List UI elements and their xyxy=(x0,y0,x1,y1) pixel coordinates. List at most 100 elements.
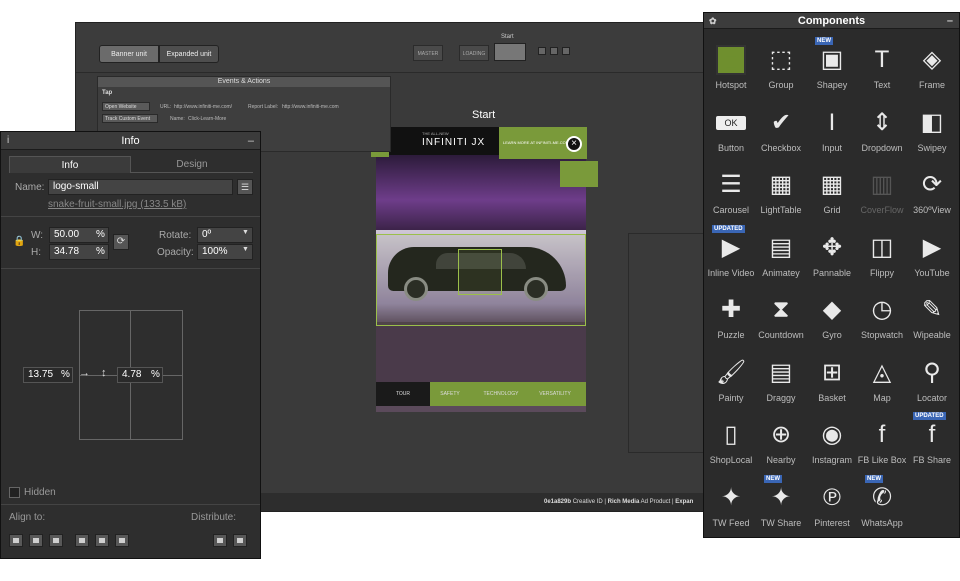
animatey-icon: ▤ xyxy=(769,234,793,261)
component-group[interactable]: ⬚ Group xyxy=(756,37,806,97)
component-wipeable[interactable]: ✎ Wipeable xyxy=(907,287,957,347)
ad-canvas[interactable]: THE ALL-NEW INFINITI JX TOUR SAFETY TECH… xyxy=(376,127,586,412)
component-frame[interactable]: ◈ Frame xyxy=(907,37,957,97)
align-left-icon[interactable] xyxy=(9,534,23,547)
component-carousel[interactable]: ☰ Carousel xyxy=(706,162,756,222)
name-field[interactable]: logo-small xyxy=(48,179,233,195)
ad-nav-versatility[interactable]: VERSATILITY xyxy=(528,382,582,406)
start-state-thumbnail[interactable] xyxy=(494,43,526,61)
list-icon[interactable]: ☰ xyxy=(237,179,253,195)
chevron-down-icon[interactable]: ▼ xyxy=(242,229,249,236)
component-coverflow[interactable]: ▥ CoverFlow xyxy=(857,162,907,222)
component-label: 360ºView xyxy=(913,205,951,215)
gyro-icon: ◆ xyxy=(822,296,842,323)
distribute-vertical-icon[interactable] xyxy=(233,534,247,547)
master-state-button[interactable]: MASTER xyxy=(413,45,443,61)
align-bottom-icon[interactable] xyxy=(115,534,129,547)
learn-more-text: LEARN MORE AT INFINITI-ME.COM xyxy=(503,140,570,145)
component-animatey[interactable]: ▤ Animatey xyxy=(756,225,806,285)
components-panel: ✿ Components – ■ Hotspot ⬚ Group ▣ NEW Shapey T… xyxy=(703,12,960,538)
component-360-view[interactable]: ⟳ 360ºView xyxy=(907,162,957,222)
component-checkbox[interactable]: ✔ Checkbox xyxy=(756,100,806,160)
info-tabs: Info Design xyxy=(9,156,253,173)
component-inline-video[interactable]: ▶ UPDATED Inline Video xyxy=(706,225,756,285)
badge: NEW xyxy=(764,475,782,483)
component-pinterest[interactable]: ℗ Pinterest xyxy=(807,475,857,535)
close-icon[interactable]: × xyxy=(566,136,582,152)
dropdown-icon: ⇕ xyxy=(871,109,893,136)
inline-video-icon: ▶ xyxy=(721,234,741,261)
tw-feed-icon: ✦ xyxy=(720,484,742,511)
loading-state-button[interactable]: LOADING xyxy=(459,45,489,61)
component-locator[interactable]: ⚲ Locator xyxy=(907,350,957,410)
component-map[interactable]: ◬ Map xyxy=(857,350,907,410)
component-whatsapp[interactable]: ✆ NEW WhatsApp xyxy=(857,475,907,535)
selection-box[interactable] xyxy=(458,249,502,295)
component-nearby[interactable]: ⊕ Nearby xyxy=(756,412,806,472)
open-website-action[interactable]: Open Website xyxy=(102,102,150,111)
duplicate-state-icon[interactable] xyxy=(550,47,558,55)
component-gyro[interactable]: ◆ Gyro xyxy=(807,287,857,347)
component-swipey[interactable]: ◧ Swipey xyxy=(907,100,957,160)
info-panel-title: Info xyxy=(121,135,140,147)
component-grid[interactable]: ▦ Grid xyxy=(807,162,857,222)
component-shapey[interactable]: ▣ NEW Shapey xyxy=(807,37,857,97)
tab-info[interactable]: Info xyxy=(9,156,131,173)
track-custom-event-action[interactable]: Track Custom Event xyxy=(102,114,158,123)
ad-nav-tour[interactable]: TOUR xyxy=(384,382,422,406)
component-text[interactable]: T Text xyxy=(857,37,907,97)
component-hotspot[interactable]: ■ Hotspot xyxy=(706,37,756,97)
puzzle-icon: ✚ xyxy=(720,296,742,323)
component-instagram[interactable]: ◉ Instagram xyxy=(807,412,857,472)
chat-hotspot[interactable] xyxy=(560,161,598,187)
lock-icon[interactable]: 🔒 xyxy=(13,236,25,247)
chevron-down-icon[interactable]: ▼ xyxy=(242,246,249,253)
component-tw-share[interactable]: ✦ NEW TW Share xyxy=(756,475,806,535)
banner-unit-tab[interactable]: Banner unit xyxy=(99,45,159,63)
component-fb-share[interactable]: f UPDATED FB Share xyxy=(907,412,957,472)
distribute-horizontal-icon[interactable] xyxy=(213,534,227,547)
component-lighttable[interactable]: ▦ LightTable xyxy=(756,162,806,222)
coverflow-icon: ▥ xyxy=(870,171,894,198)
component-flippy[interactable]: ◫ Flippy xyxy=(857,225,907,285)
component-basket[interactable]: ⊞ Basket xyxy=(807,350,857,410)
editor-toolbar: Banner unit Expanded unit MASTER LOADING… xyxy=(76,23,714,73)
align-top-icon[interactable] xyxy=(75,534,89,547)
collapse-icon[interactable]: – xyxy=(248,132,254,150)
component-stopwatch[interactable]: ◷ Stopwatch xyxy=(857,287,907,347)
component-draggy[interactable]: ▤ Draggy xyxy=(756,350,806,410)
name-value[interactable]: Click-Learn-More xyxy=(188,116,226,122)
component-tw-feed[interactable]: ✦ TW Feed xyxy=(706,475,756,535)
report-value[interactable]: http://www.infiniti-me.com xyxy=(282,104,339,110)
component-input[interactable]: I Input xyxy=(807,100,857,160)
component-shoplocal[interactable]: ▯ ShopLocal xyxy=(706,412,756,472)
add-state-icon[interactable] xyxy=(538,47,546,55)
expanded-unit-tab[interactable]: Expanded unit xyxy=(159,45,219,63)
component-fb-like-box[interactable]: f FB Like Box xyxy=(857,412,907,472)
collapse-icon[interactable]: – xyxy=(947,13,953,29)
align-right-icon[interactable] xyxy=(49,534,63,547)
component-button[interactable]: OK Button xyxy=(706,100,756,160)
info-panel-titlebar: i Info – xyxy=(1,132,260,150)
refresh-icon[interactable]: ⟳ xyxy=(113,234,129,250)
ad-nav-safety[interactable]: SAFETY xyxy=(430,382,470,406)
component-pannable[interactable]: ✥ Pannable xyxy=(807,225,857,285)
ad-nav-technology[interactable]: TECHNOLOGY xyxy=(476,382,526,406)
component-youtube[interactable]: ▶ YouTube xyxy=(907,225,957,285)
align-middle-icon[interactable] xyxy=(95,534,109,547)
tab-design[interactable]: Design xyxy=(131,156,253,173)
checkbox-icon: ✔ xyxy=(770,109,792,136)
arrow-right-icon: → xyxy=(79,367,90,379)
distribute-label: Distribute: xyxy=(191,512,237,523)
file-link[interactable]: snake-fruit-small.jpg (133.5 kB) xyxy=(48,199,186,210)
canvas-state-title: Start xyxy=(472,109,496,121)
component-puzzle[interactable]: ✚ Puzzle xyxy=(706,287,756,347)
component-dropdown[interactable]: ⇕ Dropdown xyxy=(857,100,907,160)
delete-state-icon[interactable] xyxy=(562,47,570,55)
url-value[interactable]: http://www.infiniti-me.com/ xyxy=(174,104,232,110)
align-center-icon[interactable] xyxy=(29,534,43,547)
component-countdown[interactable]: ⧗ Countdown xyxy=(756,287,806,347)
hidden-label: Hidden xyxy=(24,487,56,498)
hidden-checkbox[interactable] xyxy=(9,487,20,498)
component-painty[interactable]: 🖌 Painty xyxy=(706,350,756,410)
